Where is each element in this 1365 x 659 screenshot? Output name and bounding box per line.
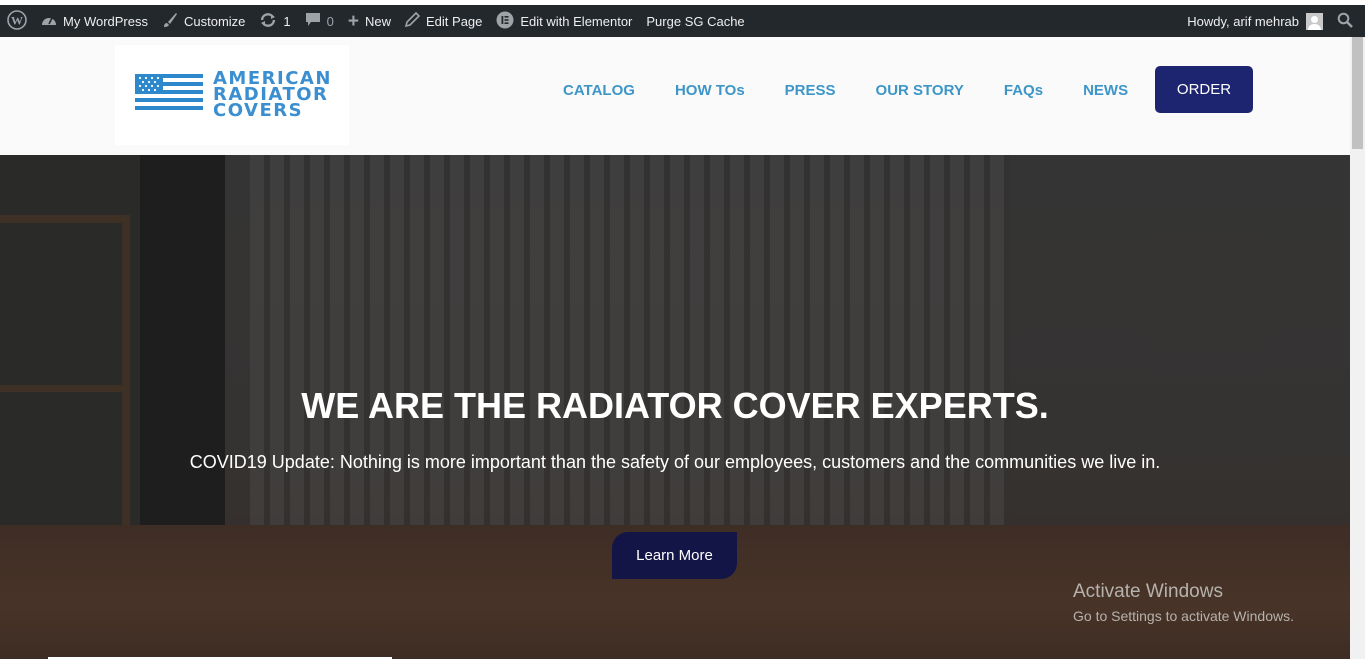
site-header: AMERICAN RADIATOR COVERS CATALOG HOW TOs…	[0, 37, 1350, 155]
nav-press[interactable]: PRESS	[765, 82, 856, 99]
edit-elementor-label: Edit with Elementor	[520, 13, 633, 29]
site-logo[interactable]: AMERICAN RADIATOR COVERS	[115, 45, 349, 145]
activate-windows-subtitle: Go to Settings to activate Windows.	[1073, 608, 1294, 624]
learn-more-button[interactable]: Learn More	[612, 532, 737, 579]
purge-cache-label: Purge SG Cache	[646, 13, 745, 29]
search-icon	[1337, 12, 1353, 31]
nav-our-story[interactable]: OUR STORY	[856, 82, 984, 99]
updates-link[interactable]: 1	[252, 5, 297, 37]
pencil-icon	[404, 11, 421, 30]
edit-elementor-link[interactable]: Edit with Elementor	[489, 5, 639, 37]
nav-faqs[interactable]: FAQs	[984, 82, 1063, 99]
hero-title: WE ARE THE RADIATOR COVER EXPERTS.	[301, 385, 1049, 426]
new-label: New	[365, 13, 392, 29]
updates-count: 1	[283, 13, 291, 29]
purge-cache-link[interactable]: Purge SG Cache	[639, 5, 751, 37]
elementor-icon	[496, 11, 514, 32]
comments-count: 0	[326, 13, 334, 29]
comments-link[interactable]: 0	[298, 5, 341, 37]
page-scrollbar[interactable]	[1350, 37, 1365, 659]
edit-page-label: Edit Page	[426, 13, 483, 29]
activate-windows-watermark: Activate Windows Go to Settings to activ…	[1073, 581, 1294, 624]
scrollbar-thumb[interactable]	[1352, 37, 1363, 149]
search-button[interactable]	[1330, 5, 1365, 37]
wordpress-icon: W	[7, 9, 27, 33]
customize-link[interactable]: Customize	[155, 5, 252, 37]
wordpress-logo-button[interactable]: W	[0, 5, 34, 37]
nav-how-tos[interactable]: HOW TOs	[655, 82, 765, 99]
main-nav: CATALOG HOW TOs PRESS OUR STORY FAQs NEW…	[543, 37, 1148, 143]
nav-catalog[interactable]: CATALOG	[543, 82, 655, 99]
wp-admin-bar: W My WordPress Customize 1 0 + New Edit …	[0, 5, 1365, 37]
hero-text: COVID19 Update: Nothing is more importan…	[189, 452, 1161, 472]
my-account-link[interactable]: Howdy, arif mehrab	[1180, 5, 1330, 37]
customize-label: Customize	[184, 13, 246, 29]
new-content-link[interactable]: + New	[341, 5, 398, 37]
edit-page-link[interactable]: Edit Page	[398, 5, 489, 37]
howdy-label: Howdy, arif mehrab	[1187, 13, 1299, 29]
logo-line-3: COVERS	[213, 100, 304, 121]
logo-text: AMERICAN RADIATOR COVERS	[213, 70, 332, 121]
nav-news[interactable]: NEWS	[1063, 82, 1148, 99]
site-name-label: My WordPress	[63, 13, 148, 29]
avatar	[1306, 12, 1323, 30]
dashboard-icon	[41, 13, 57, 30]
comment-icon	[305, 12, 321, 30]
activate-windows-title: Activate Windows	[1073, 581, 1223, 602]
refresh-icon	[259, 12, 277, 31]
site-name-link[interactable]: My WordPress	[34, 5, 155, 37]
order-button[interactable]: ORDER	[1155, 66, 1253, 113]
flag-icon	[135, 73, 203, 117]
paintbrush-icon	[162, 12, 178, 31]
svg-text:W: W	[11, 13, 23, 27]
hero-section: WE ARE THE RADIATOR COVER EXPERTS. COVID…	[0, 155, 1350, 659]
plus-icon: +	[347, 10, 359, 32]
